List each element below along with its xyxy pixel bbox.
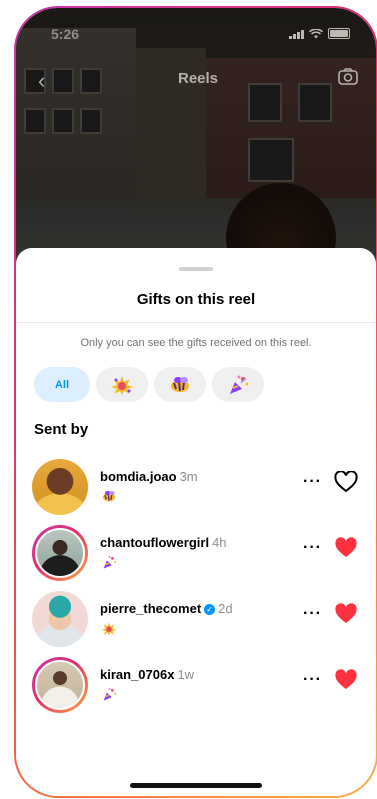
heart-filled-icon[interactable] — [334, 537, 358, 559]
filter-chip-all[interactable]: All — [34, 367, 90, 402]
gift-party-popper-icon — [103, 556, 117, 569]
avatar-image — [32, 459, 88, 515]
gifts-sheet: Gifts on this reel Only you can see the … — [16, 248, 376, 796]
sender-name-line: bomdia.joao 3m — [100, 469, 198, 484]
gift-star-bee-icon — [102, 491, 116, 502]
gift-party-popper-icon — [230, 375, 249, 394]
sender-username[interactable]: bomdia.joao — [100, 469, 177, 484]
wifi-icon — [309, 28, 323, 38]
sent-by-heading: Sent by — [34, 421, 89, 438]
sender-username[interactable]: pierre_thecomet — [100, 601, 201, 616]
sheet-subtitle: Only you can see the gifts received on t… — [80, 337, 312, 349]
sender-row[interactable]: chantouflowergirl 4h ··· — [32, 525, 358, 589]
sender-row[interactable]: kiran_0706x 1w ··· — [32, 657, 358, 721]
heart-filled-icon[interactable] — [334, 603, 358, 625]
avatar[interactable] — [32, 591, 88, 647]
avatar-story-ring[interactable] — [32, 525, 88, 581]
divider — [16, 322, 376, 323]
sender-username[interactable]: kiran_0706x — [100, 667, 174, 682]
verified-badge-icon: ✓ — [204, 604, 216, 616]
filter-chip-party[interactable] — [212, 367, 264, 402]
sheet-title: Gifts on this reel — [136, 291, 256, 308]
status-bar: 5:26 — [48, 26, 350, 44]
gift-filter-bar: All — [34, 367, 264, 402]
reel-top-bar: ‹ Reels — [38, 66, 358, 96]
gift-burst-icon — [101, 622, 117, 636]
sender-time: 2d — [218, 601, 233, 616]
status-icons — [289, 28, 350, 39]
screen: 5:26 ‹ Reels Gifts on this reel Only you… — [16, 8, 376, 796]
gift-star-bee-icon — [171, 376, 189, 392]
sheet-drag-handle[interactable] — [179, 267, 213, 271]
sender-name-line: pierre_thecomet ✓ 2d — [100, 601, 233, 616]
sender-username[interactable]: chantouflowergirl — [100, 535, 209, 550]
heart-filled-icon[interactable] — [334, 669, 358, 691]
filter-chip-star-bee[interactable] — [154, 367, 206, 402]
status-time: 5:26 — [51, 26, 80, 42]
avatar-story-ring[interactable] — [32, 657, 88, 713]
sender-name-line: chantouflowergirl 4h — [100, 535, 227, 550]
more-options-icon[interactable]: ··· — [303, 671, 322, 689]
signal-icon — [289, 29, 304, 39]
sender-time: 3m — [179, 469, 198, 484]
more-options-icon[interactable]: ··· — [303, 605, 322, 623]
heart-outline-icon[interactable] — [334, 471, 358, 493]
camera-icon[interactable] — [338, 68, 358, 85]
sender-name-line: kiran_0706x 1w — [100, 667, 194, 682]
avatar-image — [35, 528, 85, 578]
avatar[interactable] — [32, 459, 88, 515]
gift-burst-icon — [111, 375, 133, 395]
avatar-image — [32, 591, 88, 647]
filter-chip-all-label: All — [54, 378, 70, 391]
home-indicator[interactable] — [130, 783, 262, 788]
sender-time: 4h — [212, 535, 227, 550]
dim-overlay — [16, 8, 376, 278]
reels-title: Reels — [177, 70, 219, 87]
sender-row[interactable]: pierre_thecomet ✓ 2d ··· — [32, 591, 358, 655]
sender-row[interactable]: bomdia.joao 3m ··· — [32, 459, 358, 523]
more-options-icon[interactable]: ··· — [303, 539, 322, 557]
filter-chip-burst[interactable] — [96, 367, 148, 402]
reel-background-photo — [16, 8, 376, 278]
device-frame: 5:26 ‹ Reels Gifts on this reel Only you… — [14, 6, 377, 798]
avatar-image — [35, 660, 85, 710]
battery-icon — [328, 28, 350, 39]
sender-time: 1w — [177, 667, 195, 682]
gift-party-popper-icon — [103, 688, 117, 701]
more-options-icon[interactable]: ··· — [303, 473, 322, 491]
